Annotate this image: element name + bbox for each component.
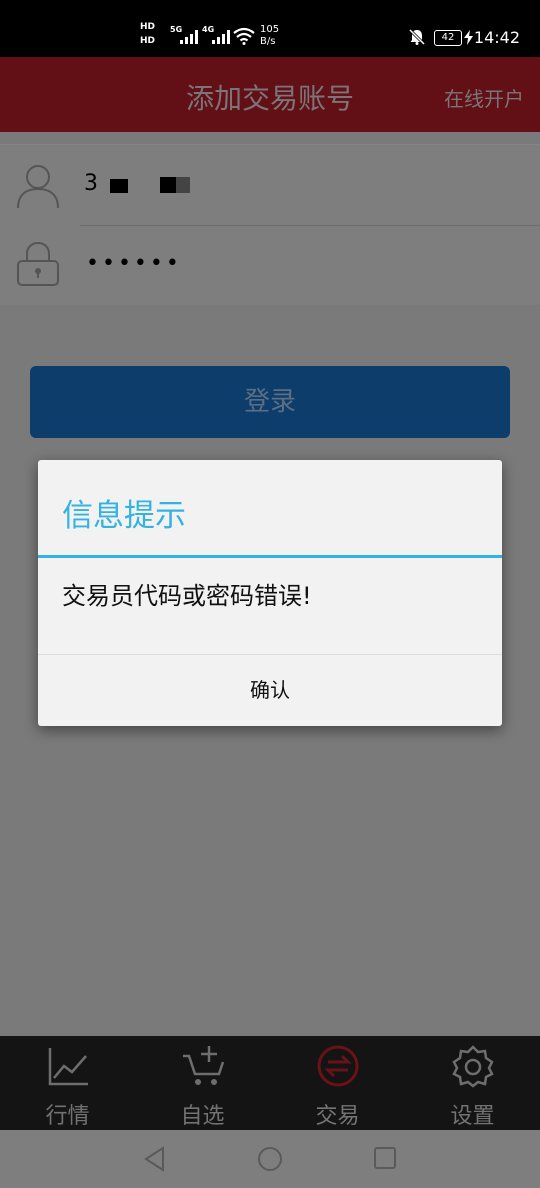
user-icon [17,165,59,209]
clock: 14:42 [473,28,520,47]
app-header: 添加交易账号 在线开户 [0,57,540,132]
cart-add-icon [183,1046,225,1085]
system-nav-bar [0,1130,540,1188]
battery-indicator: 42 [434,30,462,46]
gear-icon [452,1045,494,1088]
charging-icon [464,30,473,45]
tab-label: 交易 [315,1104,360,1129]
tab-label: 设置 [450,1104,495,1129]
signal-2-icon [212,30,230,44]
dialog-message: 交易员代码或密码错误! [62,582,312,610]
network-speed: 105 B/s [260,24,280,47]
wifi-icon [233,27,255,45]
confirm-button[interactable]: 确认 [38,655,502,726]
tab-label: 行情 [45,1104,90,1129]
tab-trade[interactable]: 交易 [270,1036,405,1130]
password-value: •••••• [86,251,182,276]
username-field[interactable]: 3 [80,145,540,225]
tab-market[interactable]: 行情 [0,1036,135,1130]
recents-icon[interactable] [373,1146,397,1170]
mute-bell-icon [408,28,426,46]
dialog-title: 信息提示 [62,498,186,534]
signal-1-icon [180,30,198,44]
back-icon[interactable] [143,1146,167,1172]
home-icon[interactable] [257,1146,283,1172]
tab-watchlist[interactable]: 自选 [135,1036,270,1130]
info-dialog: 信息提示 交易员代码或密码错误! 确认 [38,460,502,726]
tab-settings[interactable]: 设置 [405,1036,540,1130]
open-account-link[interactable]: 在线开户 [444,83,524,112]
bottom-tab-bar: 行情 自选 交易 设置 [0,1036,540,1130]
username-redaction [160,177,176,193]
login-form: 3 •••••• [0,144,540,305]
dialog-title-divider [38,555,502,558]
lock-icon [17,241,59,286]
exchange-icon [317,1045,359,1087]
field-divider [80,225,540,226]
username-redaction [176,177,190,193]
password-field[interactable]: •••••• [80,227,540,305]
username-redaction [110,179,128,193]
username-value: 3 [84,171,98,196]
login-button[interactable]: 登录 [30,366,510,438]
sim1-hd-badge: HD [140,22,156,32]
market-chart-icon [48,1048,88,1086]
status-bar: HD HD 5G 4G 105 B/s 42 14:42 [0,0,540,57]
tab-label: 自选 [180,1104,225,1129]
sim2-hd-badge: HD [140,36,156,46]
